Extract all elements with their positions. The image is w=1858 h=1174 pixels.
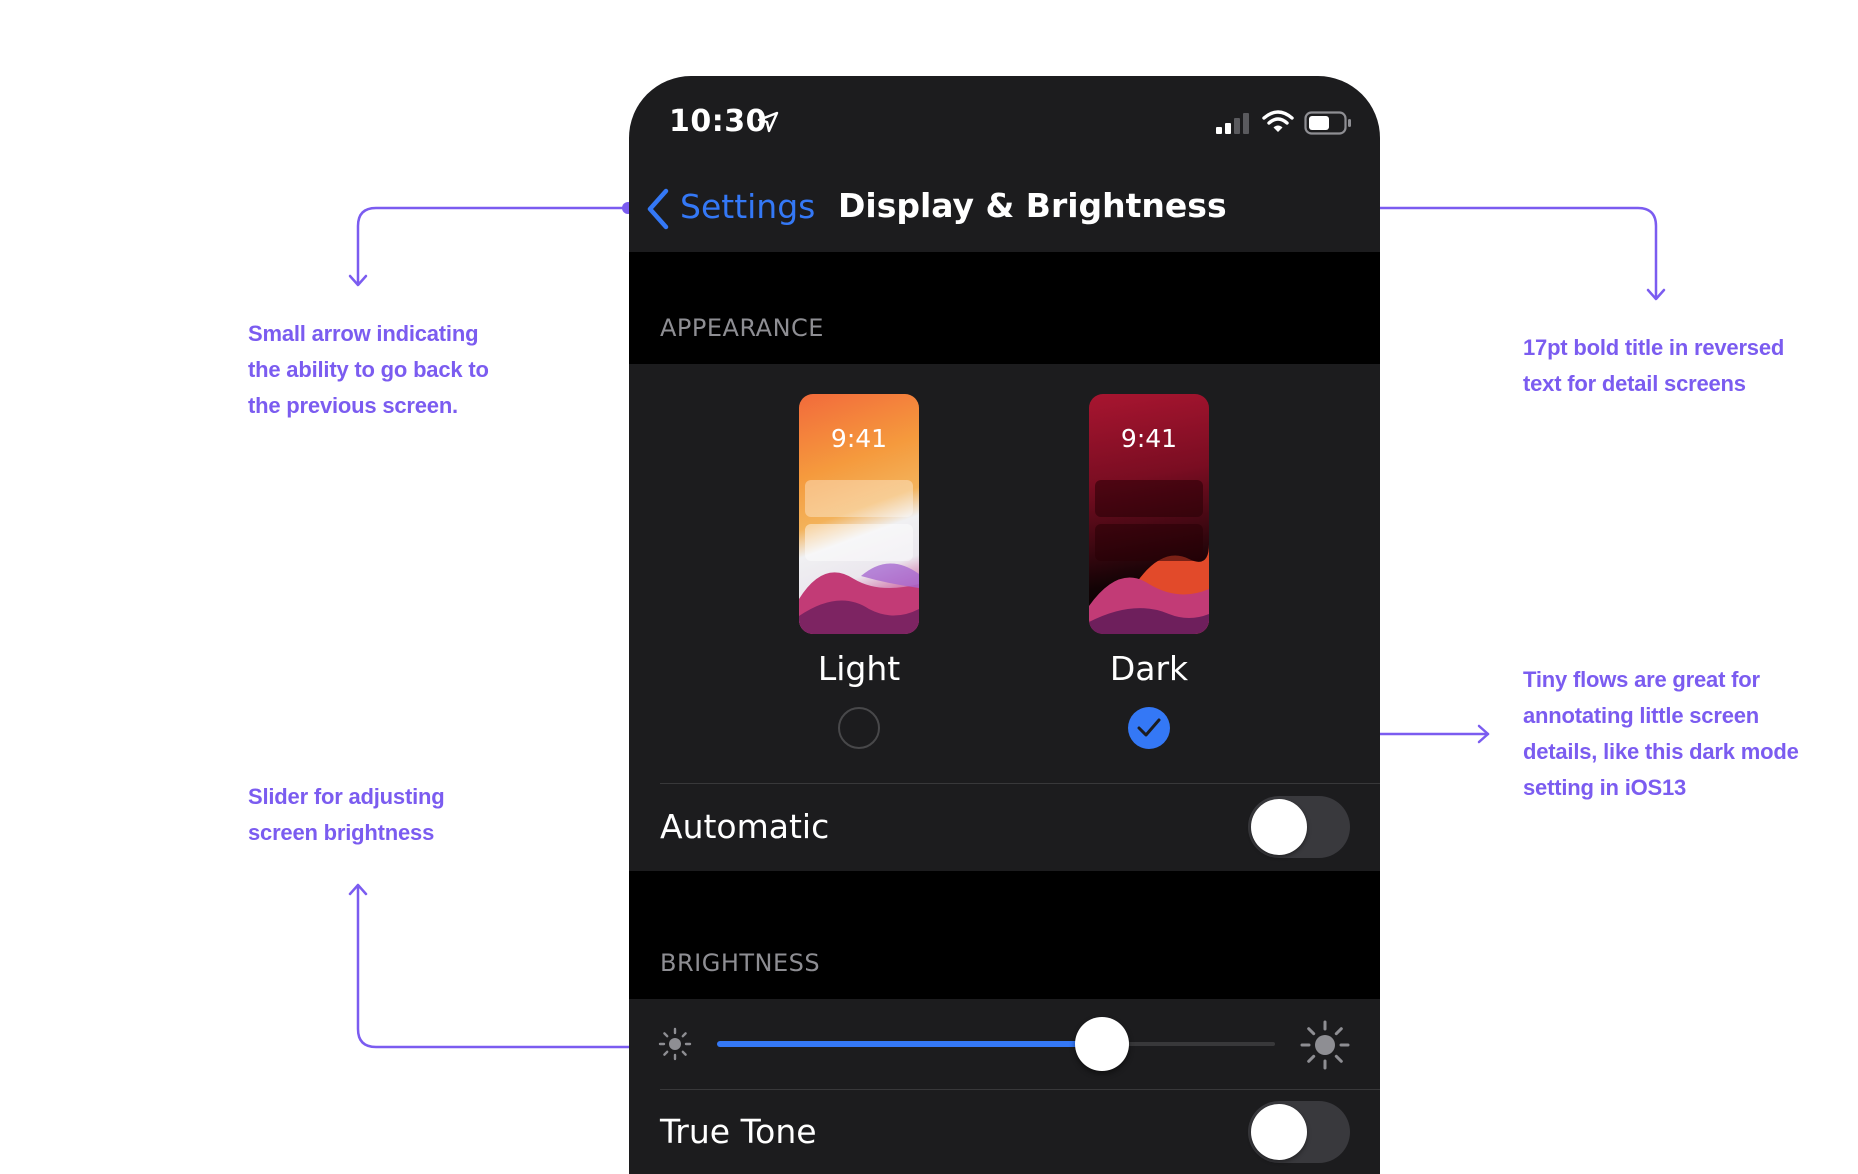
- chevron-left-icon: [647, 188, 669, 230]
- sun-large-icon: [1300, 1020, 1350, 1070]
- section-header-text: APPEARANCE: [660, 314, 824, 342]
- preview-notification: [1095, 524, 1203, 561]
- annotation-line: details, like this dark mode: [1523, 739, 1799, 764]
- appearance-option-dark[interactable]: 9:41 Dark: [1059, 394, 1239, 834]
- wifi-icon: [1262, 110, 1294, 132]
- phone-screen: 10:30 Settings Display & Brightness APPE…: [629, 76, 1380, 1174]
- appearance-option-label: Light: [817, 649, 901, 688]
- annotation-slider: Slider for adjusting screen brightness: [248, 779, 445, 851]
- brightness-section-header: BRIGHTNESS: [629, 871, 1380, 999]
- cellular-signal-icon: [1216, 113, 1249, 134]
- automatic-row: Automatic: [629, 784, 1380, 870]
- toggle-knob: [1251, 1104, 1307, 1160]
- dark-mode-preview: 9:41: [1089, 394, 1209, 634]
- wallpaper-wave: [799, 563, 919, 634]
- appearance-option-light[interactable]: 9:41 Light: [769, 394, 949, 834]
- navigation-bar: Settings Display & Brightness: [629, 171, 1380, 251]
- annotation-line: Tiny flows are great for: [1523, 667, 1760, 692]
- annotation-line: text for detail screens: [1523, 371, 1746, 396]
- annotation-line: the previous screen.: [248, 393, 458, 418]
- true-tone-row: True Tone: [629, 1090, 1380, 1174]
- annotation-line: Small arrow indicating: [248, 321, 479, 346]
- back-button[interactable]: Settings: [645, 183, 815, 233]
- automatic-toggle[interactable]: [1248, 796, 1350, 858]
- annotation-line: the ability to go back to: [248, 357, 489, 382]
- annotation-line: annotating little screen: [1523, 703, 1760, 728]
- toggle-knob: [1251, 799, 1307, 855]
- annotation-line: Slider for adjusting: [248, 784, 445, 809]
- brightness-row: [629, 999, 1380, 1089]
- appearance-section-header: APPEARANCE: [629, 252, 1380, 364]
- light-radio-button[interactable]: [838, 707, 880, 749]
- light-mode-preview: 9:41: [799, 394, 919, 634]
- status-bar: 10:30: [629, 76, 1380, 156]
- annotation-back-arrow: Small arrow indicating the ability to go…: [248, 316, 489, 424]
- brightness-slider[interactable]: [717, 1017, 1275, 1071]
- slider-fill: [717, 1041, 1103, 1047]
- true-tone-label: True Tone: [660, 1112, 817, 1151]
- preview-notification: [805, 524, 913, 561]
- annotation-title: 17pt bold title in reversed text for det…: [1523, 330, 1784, 402]
- status-time: 10:30: [669, 104, 767, 139]
- annotation-dark-mode: Tiny flows are great for annotating litt…: [1523, 662, 1799, 806]
- section-header-text: BRIGHTNESS: [660, 949, 821, 977]
- slider-thumb[interactable]: [1075, 1017, 1130, 1071]
- sun-small-icon: [658, 1027, 692, 1061]
- back-button-label: Settings: [680, 187, 816, 226]
- dark-radio-button[interactable]: [1128, 707, 1170, 749]
- page-title: Display & Brightness: [838, 186, 1227, 225]
- preview-notification: [1095, 480, 1203, 517]
- automatic-label: Automatic: [660, 807, 830, 846]
- preview-notification: [805, 480, 913, 517]
- annotation-line: screen brightness: [248, 820, 435, 845]
- appearance-option-label: Dark: [1109, 649, 1189, 688]
- preview-time: 9:41: [1120, 424, 1178, 453]
- checkmark-icon: [1137, 718, 1161, 737]
- battery-icon: [1304, 111, 1351, 135]
- annotation-line: 17pt bold title in reversed: [1523, 335, 1785, 360]
- true-tone-toggle[interactable]: [1248, 1101, 1350, 1163]
- annotation-line: setting in iOS13: [1523, 775, 1687, 800]
- preview-time: 9:41: [830, 424, 888, 453]
- location-icon: [757, 111, 779, 133]
